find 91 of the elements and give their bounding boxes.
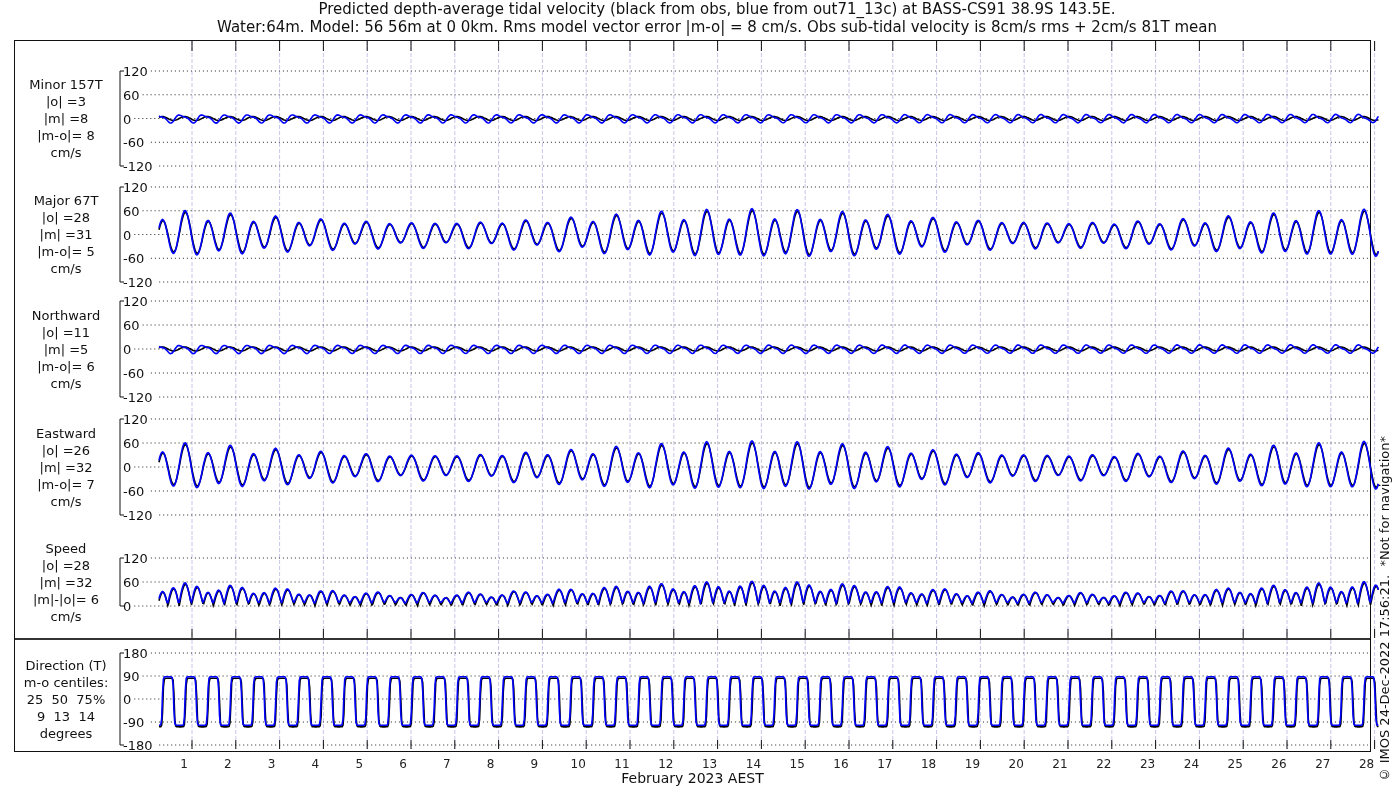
tick-label: 120 [123, 180, 148, 195]
chart-title: Water:64m. Model: 56 56m at 0 0km. Rms model vector error |m-o| = 8 cm/s. Obs sub-tidal velocity is 8cm/s rms + 2cm/s 81T mean [216, 18, 1218, 36]
day-label: 14 [745, 757, 762, 771]
tick-label: -60 [123, 484, 145, 499]
day-label: 6 [399, 757, 407, 771]
panel-label: 9 13 14 [37, 707, 95, 725]
panel-label: |o| =28 [41, 209, 91, 226]
panel-label: |m| =32 [39, 458, 93, 476]
y-axis [119, 557, 125, 607]
panel-label: cm/s [50, 607, 82, 625]
day-label: 3 [267, 757, 276, 771]
day-label: 1 [180, 757, 188, 771]
tick-label: 0 [123, 692, 132, 707]
tick-label: -120 [123, 508, 153, 523]
panel-label: |o| =28 [41, 556, 91, 574]
panel-label: cm/s [50, 492, 82, 510]
day-label: 20 [1008, 757, 1024, 771]
day-label: 26 [1271, 757, 1287, 771]
panel-label: degrees [39, 724, 93, 742]
tick-label: -60 [123, 251, 145, 267]
tick-label: -180 [123, 738, 153, 753]
panel-label: |m-o|= 8 [37, 127, 95, 144]
day-label: 28 [1358, 757, 1375, 771]
tick-label: 0 [123, 599, 132, 614]
panel-label: Eastward [36, 424, 96, 442]
panel-label: |m-o|= 5 [37, 243, 95, 260]
day-label: 2 [224, 757, 232, 771]
panel-label: m-o centiles: [23, 673, 109, 691]
panel-label: Northward [31, 306, 101, 324]
day-label: 24 [1183, 757, 1200, 771]
panel-label: cm/s [50, 260, 82, 277]
day-label: 21 [1052, 757, 1068, 771]
panel-label: Minor 157T [29, 76, 103, 93]
day-label: 4 [311, 757, 320, 771]
day-label: 5 [355, 757, 363, 771]
tick-label: -120 [123, 275, 153, 290]
panel-label: |m-o|= 7 [37, 475, 95, 493]
tick-label: 60 [123, 203, 140, 219]
chart-title: Predicted depth-average tidal velocity (black from obs, blue from out71_13c) at BASS-CS91 38.9S 143.5E. [317, 0, 1117, 18]
tick-label: -120 [123, 159, 153, 174]
tick-label: 120 [123, 294, 148, 309]
panel-label: |m| =5 [43, 340, 89, 358]
panel-label: |m| =32 [39, 573, 93, 591]
panel-label: Direction (T) [25, 656, 107, 674]
panel-label: |o| =3 [46, 93, 86, 110]
day-label: 11 [614, 757, 630, 771]
day-label: 25 [1227, 757, 1243, 771]
day-label: 8 [486, 757, 495, 771]
day-label: 9 [530, 757, 539, 771]
tick-label: 0 [123, 460, 132, 475]
day-label: 15 [789, 757, 805, 771]
tick-label: 90 [123, 669, 140, 684]
tick-label: 60 [123, 575, 140, 590]
day-label: 12 [658, 757, 674, 771]
panel-label: |o| =11 [41, 323, 91, 341]
day-label: 23 [1139, 757, 1156, 771]
panel-label: |m| =31 [39, 226, 93, 243]
day-label: 17 [877, 757, 893, 771]
tick-label: -60 [123, 135, 145, 151]
panel-label: Speed [45, 539, 87, 557]
tick-label: 0 [123, 227, 132, 243]
tick-label: -60 [123, 366, 145, 381]
day-label: 19 [964, 757, 981, 771]
panel-label: |m| =8 [43, 110, 89, 127]
panel-label: cm/s [50, 144, 82, 161]
day-label: 18 [920, 757, 937, 771]
panel-label: cm/s [50, 374, 82, 392]
tick-label: 60 [123, 318, 140, 333]
panel-label: 25 50 75% [26, 690, 106, 708]
tick-label: 120 [123, 64, 148, 79]
panel-label: Major 67T [33, 192, 99, 209]
tick-label: 60 [123, 87, 140, 103]
x-axis-title: February 2023 AEST [621, 770, 764, 786]
panel-label: |m|-|o|= 6 [32, 590, 100, 608]
tick-label: 0 [123, 111, 132, 127]
panel-label: |m-o|= 6 [37, 357, 95, 375]
tick-label: 0 [123, 342, 132, 357]
day-label: 16 [833, 757, 849, 771]
tick-label: -90 [123, 715, 145, 730]
day-label: 13 [701, 757, 718, 771]
tick-label: 60 [123, 436, 140, 451]
tick-label: -120 [123, 390, 153, 405]
day-label: 10 [570, 757, 586, 771]
copyright-note: © IMOS 24-Dec-2022 17:56:21. *Not for navigation* [1376, 435, 1393, 782]
tick-label: 180 [123, 646, 148, 661]
tick-label: 120 [123, 551, 148, 566]
day-label: 7 [443, 757, 451, 771]
day-label: 22 [1096, 757, 1112, 771]
tick-label: 120 [123, 412, 148, 427]
panel-label: |o| =26 [41, 441, 91, 459]
day-label: 27 [1315, 757, 1331, 771]
